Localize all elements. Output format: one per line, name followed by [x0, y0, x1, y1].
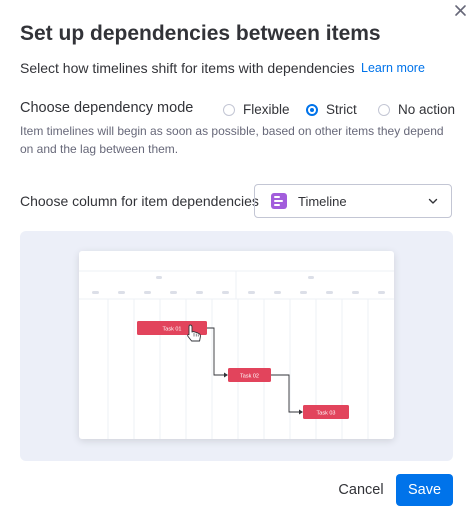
radio-no-action[interactable]: No action: [378, 102, 455, 117]
radio-flexible[interactable]: Flexible: [223, 102, 290, 117]
mode-description: Item timelines will begin as soon as pos…: [20, 124, 444, 156]
dependency-column-dropdown[interactable]: Timeline: [254, 184, 452, 218]
radio-flexible-circle[interactable]: [223, 103, 235, 116]
radio-flexible-label: Flexible: [243, 102, 290, 117]
learn-more-link[interactable]: Learn more: [361, 61, 425, 75]
chevron-down-icon: [428, 198, 438, 204]
cancel-button[interactable]: Cancel: [333, 474, 389, 506]
radio-strict-label: Strict: [326, 102, 357, 117]
radio-strict[interactable]: Strict: [306, 102, 357, 117]
task-label-3: Task 03: [317, 411, 336, 417]
dependency-column-value: Timeline: [298, 193, 347, 209]
dependency-preview: Task 01 Task 02 Task 03: [20, 231, 453, 461]
dialog-title: Set up dependencies between items: [20, 22, 381, 45]
task-label-2: Task 02: [240, 374, 259, 380]
timeline-preview-card: Task 01 Task 02 Task 03: [79, 251, 394, 439]
dependency-column-label: Choose column for item dependencies: [20, 193, 259, 209]
task-label-1: Task 01: [163, 327, 182, 333]
timeline-column-icon: [271, 193, 287, 209]
radio-no-action-label: No action: [398, 102, 456, 117]
dependency-mode-label: Choose dependency mode: [20, 100, 194, 116]
save-button[interactable]: Save: [396, 474, 453, 506]
radio-no-action-circle[interactable]: [378, 103, 390, 116]
close-icon: [455, 5, 466, 16]
timeline-illustration: Task 01 Task 02 Task 03: [79, 270, 394, 439]
close-button[interactable]: [451, 1, 471, 21]
dialog-subtitle: Select how timelines shift for items wit…: [20, 60, 355, 76]
radio-strict-circle[interactable]: [306, 103, 318, 116]
